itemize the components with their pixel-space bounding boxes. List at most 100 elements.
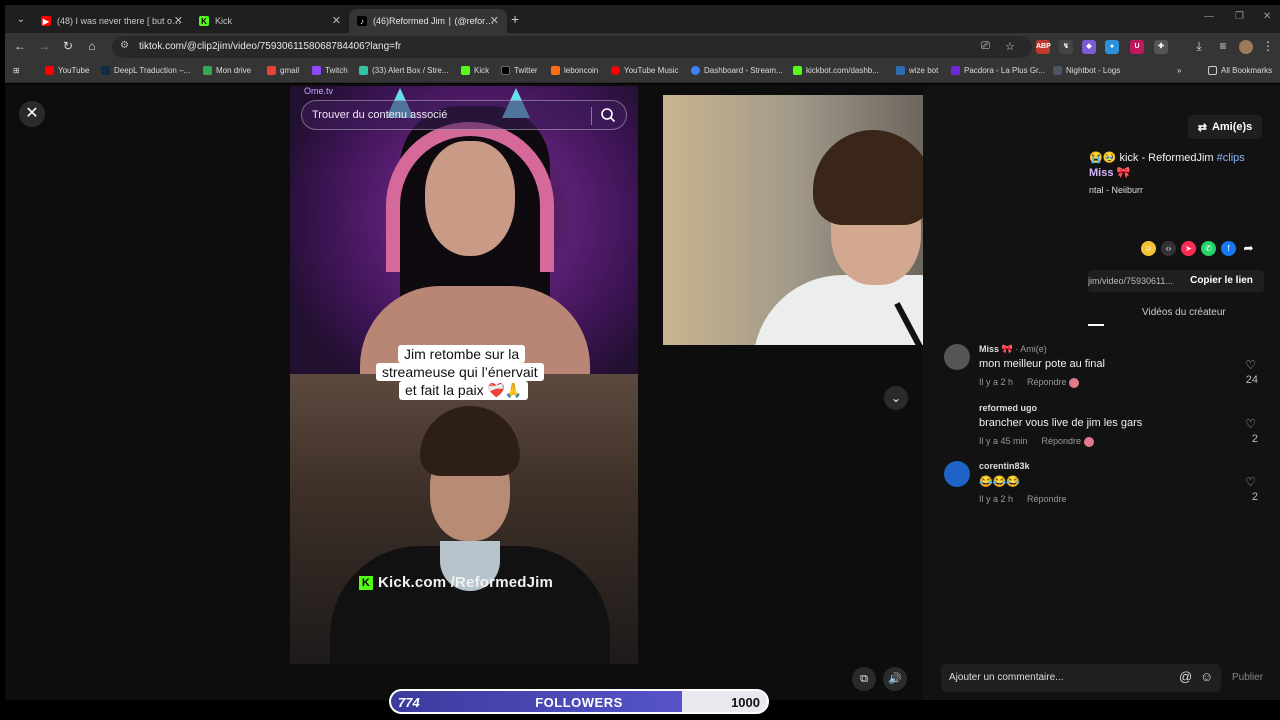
- pip-icon[interactable]: ⧉: [852, 667, 876, 691]
- bookmark-youtube-music[interactable]: YouTube Music: [611, 66, 679, 75]
- all-bookmarks[interactable]: All Bookmarks: [1208, 66, 1272, 75]
- pacdora-icon: [951, 66, 960, 75]
- hashtag-link[interactable]: #clips: [1217, 152, 1245, 164]
- reply-button[interactable]: Répondre: [1042, 436, 1082, 446]
- avatar[interactable]: [944, 403, 970, 429]
- bookmark-dashboard[interactable]: Dashboard - Stream...: [691, 66, 783, 75]
- tab-youtube[interactable]: ▶ (48) I was never there [ but only ✕: [33, 9, 191, 33]
- description-mention[interactable]: Miss 🎀: [1089, 166, 1130, 179]
- tab-creator-videos[interactable]: Vidéos du créateur: [1142, 307, 1226, 318]
- comment-item: reformed ugo brancher vous live de jim l…: [944, 403, 1264, 449]
- friends-button[interactable]: ⇄ Ami(e)s: [1188, 115, 1262, 139]
- bookmark-gmail[interactable]: gmail: [267, 66, 299, 75]
- comment-username[interactable]: reformed ugo: [979, 403, 1037, 413]
- share-more-icon[interactable]: ➦: [1241, 241, 1256, 256]
- whatsapp-icon[interactable]: ✆: [1201, 241, 1216, 256]
- bookmark-drive[interactable]: Mon drive: [203, 66, 251, 75]
- heart-icon[interactable]: ♡: [1245, 358, 1256, 372]
- reply-button[interactable]: Répondre: [1027, 377, 1067, 387]
- new-tab-button[interactable]: +: [511, 11, 519, 27]
- home-icon[interactable]: ⌂: [84, 39, 100, 53]
- extension-icon[interactable]: ◆: [1082, 40, 1096, 54]
- close-video-button[interactable]: ✕: [19, 101, 45, 127]
- browser-menu-icon[interactable]: ⋮: [1260, 39, 1276, 53]
- apps-grid-icon[interactable]: ⊞: [13, 66, 20, 75]
- gmail-icon: [267, 66, 276, 75]
- next-video-button[interactable]: ⌄: [884, 386, 908, 410]
- minimize-icon[interactable]: —: [1204, 11, 1214, 22]
- close-tab-icon[interactable]: ✕: [490, 14, 499, 27]
- url-text[interactable]: tiktok.com/@clip2jim/video/7593061158068…: [139, 41, 401, 52]
- bookmark-star-icon[interactable]: ☆: [1005, 40, 1015, 53]
- copy-link-button[interactable]: Copier le lien: [1179, 270, 1264, 292]
- extensions-puzzle-icon[interactable]: ✚: [1154, 40, 1168, 54]
- embed-icon[interactable]: ‹›: [1161, 241, 1176, 256]
- wizebot-icon: [896, 66, 905, 75]
- maximize-icon[interactable]: ❐: [1235, 11, 1244, 22]
- folder-icon: [1208, 66, 1217, 75]
- username-text: reformed ugo: [979, 403, 1038, 413]
- kickbot-icon: [793, 66, 802, 75]
- more-bookmarks-icon[interactable]: »: [1177, 66, 1181, 75]
- bookmarks-bar: ⊞ YouTube DeepL Traduction –... Mon driv…: [5, 61, 1280, 83]
- search-divider: [591, 107, 592, 125]
- tab-kick[interactable]: K Kick ✕: [191, 9, 349, 33]
- extension-icon[interactable]: ↯: [1059, 40, 1073, 54]
- bookmark-kickbot[interactable]: kickbot.com/dashb...: [793, 66, 879, 75]
- music-credit[interactable]: ntal - Neiiburr: [1089, 185, 1143, 195]
- bookmark-nightbot[interactable]: Nightbot - Logs: [1053, 66, 1120, 75]
- bookmark-wizebot[interactable]: wize bot: [896, 66, 938, 75]
- send-icon[interactable]: ➤: [1181, 241, 1196, 256]
- emoji-icon[interactable]: ☺: [1200, 669, 1213, 684]
- publish-button[interactable]: Publier: [1232, 672, 1263, 683]
- volume-icon[interactable]: 🔊: [883, 667, 907, 691]
- bookmark-leboncoin[interactable]: leboncoin: [551, 66, 598, 75]
- site-info-icon[interactable]: ⚙: [120, 40, 129, 51]
- close-window-icon[interactable]: ✕: [1263, 11, 1271, 22]
- extension-icon[interactable]: U: [1130, 40, 1144, 54]
- cast-icon[interactable]: ⎚: [981, 40, 990, 53]
- bookmark-kick[interactable]: Kick: [461, 66, 489, 75]
- deepl-icon: [101, 66, 110, 75]
- bookmark-youtube[interactable]: YouTube: [45, 66, 89, 75]
- back-icon[interactable]: ←: [12, 39, 28, 53]
- comment-username[interactable]: Miss 🎀 · Ami(e): [979, 344, 1047, 355]
- media-control-icon[interactable]: ≡: [1215, 39, 1231, 53]
- bookmark-alertbox[interactable]: (33) Alert Box / Stre...: [359, 66, 448, 75]
- drive-icon: [203, 66, 212, 75]
- forward-icon[interactable]: →: [36, 39, 52, 53]
- bookmark-pacdora[interactable]: Pacdora - La Plus Gr...: [951, 66, 1045, 75]
- comment-text: mon meilleur pote au final: [979, 358, 1105, 370]
- close-tab-icon[interactable]: ✕: [174, 14, 183, 27]
- avatar[interactable]: [944, 344, 970, 370]
- heart-icon[interactable]: ♡: [1245, 475, 1256, 489]
- download-icon[interactable]: ⤓: [1191, 39, 1207, 54]
- bookmark-twitch[interactable]: Twitch: [312, 66, 348, 75]
- reply-button[interactable]: Répondre: [1027, 494, 1067, 504]
- close-tab-icon[interactable]: ✕: [332, 14, 341, 27]
- tab-search-menu[interactable]: ⌄: [12, 11, 30, 29]
- address-bar[interactable]: ⚙ tiktok.com/@clip2jim/video/75930611580…: [112, 36, 1032, 58]
- x-icon: [501, 66, 510, 75]
- heart-icon[interactable]: ♡: [1245, 417, 1256, 431]
- adblock-extension-icon[interactable]: ABP: [1036, 40, 1051, 54]
- reload-icon[interactable]: ↻: [60, 39, 76, 53]
- related-search-input[interactable]: Trouver du contenu associé: [301, 100, 627, 130]
- youtube-icon: ▶: [41, 16, 51, 26]
- mention-icon[interactable]: @: [1179, 669, 1192, 684]
- facebook-icon[interactable]: f: [1221, 241, 1236, 256]
- bookmark-label: Mon drive: [216, 66, 252, 75]
- bookmark-twitter[interactable]: Twitter: [501, 66, 538, 75]
- avatar[interactable]: [944, 461, 970, 487]
- bookmark-label: YouTube Music: [624, 66, 679, 75]
- emoji-share-icon[interactable]: ☺: [1141, 241, 1156, 256]
- bookmark-label: DeepL Traduction –...: [114, 66, 191, 75]
- bookmark-deepl[interactable]: DeepL Traduction –...: [101, 66, 190, 75]
- search-icon[interactable]: [600, 107, 616, 123]
- profile-avatar[interactable]: [1239, 40, 1253, 54]
- comment-username[interactable]: corentin83k: [979, 461, 1030, 471]
- tab-title: (46)Reformed Jim ∣ (@reformed: [373, 15, 499, 26]
- tab-tiktok[interactable]: ♪ (46)Reformed Jim ∣ (@reformed ✕: [349, 9, 507, 33]
- comment-input[interactable]: Ajouter un commentaire... @ ☺: [941, 664, 1221, 692]
- extension-icon[interactable]: ●: [1105, 40, 1119, 54]
